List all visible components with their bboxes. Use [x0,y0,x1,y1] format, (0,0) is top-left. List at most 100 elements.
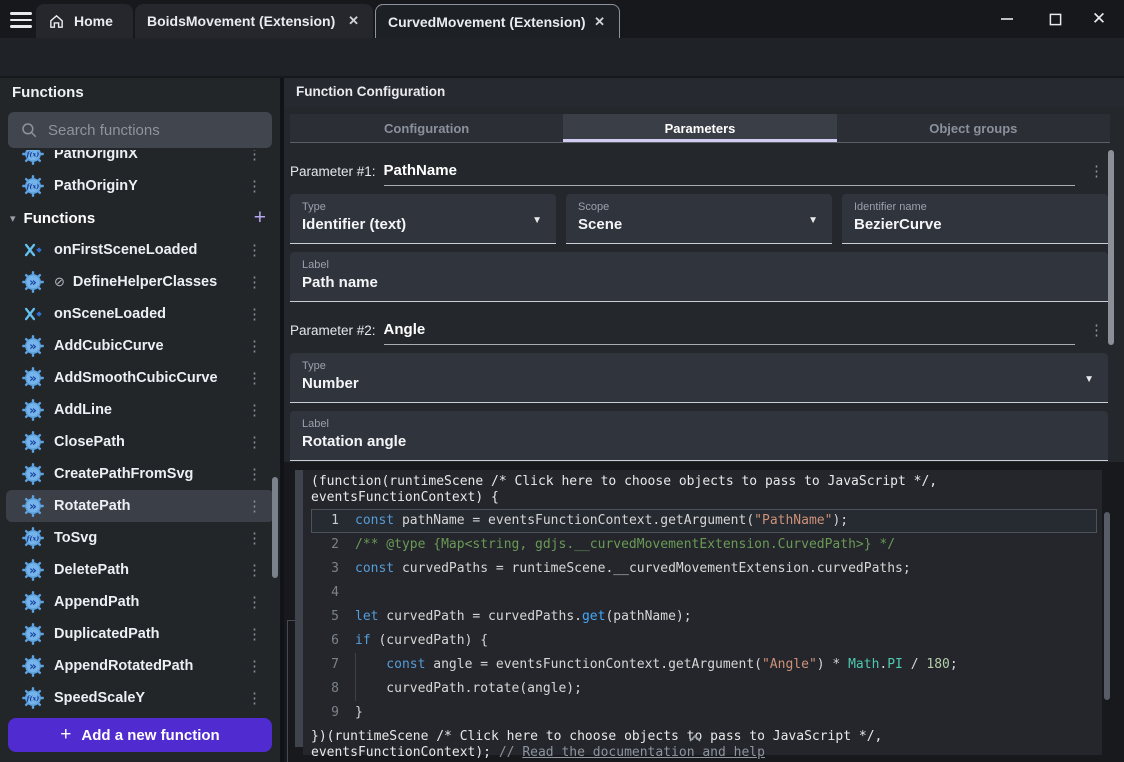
parameter-menu-icon[interactable]: ⋮ [1089,321,1110,345]
code-scrollbar[interactable] [1104,512,1110,700]
tab-object-groups[interactable]: Object groups [837,114,1110,142]
function-item-AppendPath[interactable]: »AppendPath⋮ [0,586,280,618]
item-menu-icon[interactable]: ⋮ [247,689,262,707]
svg-text:»: » [29,339,37,353]
window-minimize-button[interactable] [993,6,1021,32]
field-identifier-name[interactable]: Identifier nameBezierCurve [842,194,1108,244]
field-value: Number [302,375,1096,392]
parameter-name-input[interactable]: Angle [384,321,1075,345]
hamburger-menu-icon[interactable] [10,12,32,28]
function-item-onFirstSceneLoaded[interactable]: onFirstSceneLoaded⋮ [0,234,280,266]
item-menu-icon[interactable]: ⋮ [247,337,262,355]
tab-boidsmovement[interactable]: BoidsMovement (Extension) ✕ [135,4,373,38]
item-menu-icon[interactable]: ⋮ [247,593,262,611]
dropdown-arrow-icon[interactable]: ▼ [532,215,542,226]
tab-configuration[interactable]: Configuration [290,114,563,142]
field-type[interactable]: TypeIdentifier (text)▼ [290,194,556,244]
field-label[interactable]: LabelRotation angle [290,411,1108,461]
function-item-DefineHelperClasses[interactable]: »⊘DefineHelperClasses⋮ [0,266,280,298]
function-item-AppendRotatedPath[interactable]: »AppendRotatedPath⋮ [0,650,280,682]
field-label: Label [302,418,1096,430]
parameters-scrollbar[interactable] [1108,150,1114,345]
item-menu-icon[interactable]: ⋮ [247,305,262,323]
js-code-event[interactable]: (function(runtimeScene /* Click here to … [303,470,1102,755]
add-function-plus-icon[interactable]: + [254,206,266,230]
code-line[interactable]: 2/** @type {Map<string, gdjs.__curvedMov… [311,533,1097,557]
page-title: Function Configuration [296,84,445,99]
item-menu-icon[interactable]: ⋮ [247,561,262,579]
function-item-DeletePath[interactable]: »DeletePath⋮ [0,554,280,586]
item-menu-icon[interactable]: ⋮ [247,273,262,291]
item-menu-icon[interactable]: ⋮ [247,657,262,675]
item-menu-icon[interactable]: ⋮ [247,401,262,419]
window-maximize-button[interactable] [1041,6,1069,32]
code-line[interactable]: 9} [311,701,1097,725]
function-label: AddLine [54,402,112,418]
function-label: PathOriginX [54,150,138,162]
search-functions-box[interactable] [8,112,272,148]
function-item-SpeedScaleY[interactable]: f(x)SpeedScaleY⋮ [0,682,280,712]
code-line[interactable]: 7const angle = eventsFunctionContext.get… [311,653,1097,677]
function-item-onSceneLoaded[interactable]: onSceneLoaded ⋮ [0,298,280,330]
field-label[interactable]: LabelPath name [290,252,1108,302]
functions-section-header[interactable]: ▾Functions+ [0,202,280,234]
search-functions-input[interactable] [48,122,272,139]
function-item-CreatePathFromSvg[interactable]: »CreatePathFromSvg⋮ [0,458,280,490]
function-item-AddSmoothCubicCurve[interactable]: »AddSmoothCubicCurve⋮ [0,362,280,394]
code-wrapper-top[interactable]: (function(runtimeScene /* Click here to … [311,474,1102,490]
function-item-RotatePath[interactable]: »RotatePath⋮ [6,490,274,522]
item-menu-icon[interactable]: ⋮ [247,529,262,547]
dropdown-arrow-icon[interactable]: ▼ [1084,374,1094,385]
code-line[interactable]: 3const curvedPaths = runtimeScene.__curv… [311,557,1097,581]
item-menu-icon[interactable]: ⋮ [247,625,262,643]
code-editor[interactable]: 1const pathName = eventsFunctionContext.… [311,509,1102,725]
event-drag-handle[interactable] [295,470,303,747]
function-item-ClosePath[interactable]: »ClosePath⋮ [0,426,280,458]
field-value: Scene [578,216,820,233]
add-new-function-button[interactable]: + Add a new function [8,718,272,752]
line-number: 4 [311,581,355,605]
parameter-name-input[interactable]: PathName [384,162,1075,186]
collapse-event-icon[interactable] [688,734,702,743]
dropdown-arrow-icon[interactable]: ▼ [808,215,818,226]
svg-text:f(x): f(x) [26,535,40,543]
item-menu-icon[interactable]: ⋮ [247,177,262,195]
function-item-DuplicatedPath[interactable]: »DuplicatedPath⋮ [0,618,280,650]
documentation-link[interactable]: Read the documentation and help [522,745,765,760]
tab-home[interactable]: Home [36,4,133,38]
code-line[interactable]: 4 [311,581,1097,605]
item-menu-icon[interactable]: ⋮ [247,150,262,163]
search-icon [20,121,38,139]
field-label: Type [302,201,544,213]
tab-curvedmovement[interactable]: CurvedMovement (Extension) ✕ [375,4,620,38]
item-menu-icon[interactable]: ⋮ [247,433,262,451]
code-wrapper-bottom[interactable]: })(runtimeScene /* Click here to choose … [311,729,1102,745]
svg-text:f(x): f(x) [26,183,40,191]
item-menu-icon[interactable]: ⋮ [247,497,262,515]
item-menu-icon[interactable]: ⋮ [247,465,262,483]
function-action-icon: » [22,399,44,421]
field-type[interactable]: TypeNumber▼ [290,353,1108,403]
function-item-PathOriginY[interactable]: f(x)PathOriginY⋮ [0,170,280,202]
home-icon [48,13,65,30]
parameter-menu-icon[interactable]: ⋮ [1089,162,1110,186]
sidebar-scrollbar[interactable] [272,477,278,578]
collapse-triangle-icon[interactable]: ▾ [10,212,16,225]
item-menu-icon[interactable]: ⋮ [247,369,262,387]
field-scope[interactable]: ScopeScene▼ [566,194,832,244]
window-close-button[interactable]: ✕ [1085,6,1113,32]
code-line[interactable]: 1const pathName = eventsFunctionContext.… [311,509,1097,533]
function-label: onSceneLoaded [54,306,166,322]
code-line[interactable]: 8curvedPath.rotate(angle); [311,677,1097,701]
tab-parameters[interactable]: Parameters [563,114,836,142]
function-item-PathOriginX[interactable]: f(x)PathOriginX⋮ [0,150,280,170]
item-menu-icon[interactable]: ⋮ [247,241,262,259]
indent-guide [355,677,386,701]
close-tab-icon[interactable]: ✕ [346,11,361,31]
code-line[interactable]: 6if (curvedPath) { [311,629,1097,653]
function-item-AddLine[interactable]: » AddLine ⋮ [0,394,280,426]
function-item-ToSvg[interactable]: f(x)ToSvg⋮ [0,522,280,554]
code-line[interactable]: 5let curvedPath = curvedPaths.get(pathNa… [311,605,1097,629]
function-item-AddCubicCurve[interactable]: »AddCubicCurve⋮ [0,330,280,362]
close-tab-icon[interactable]: ✕ [592,12,607,32]
